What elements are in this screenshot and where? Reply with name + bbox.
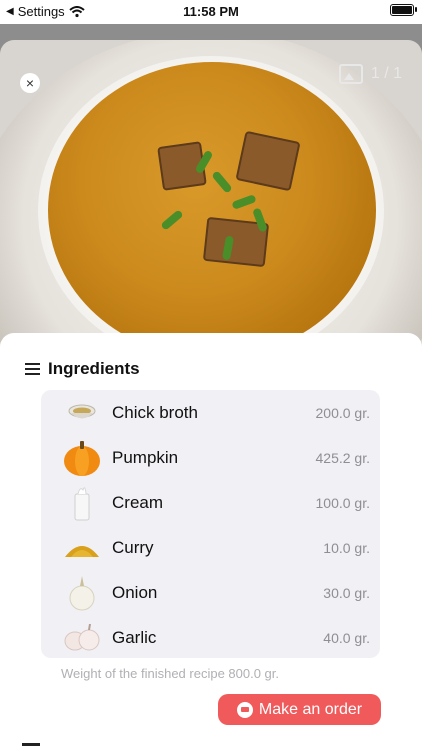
- list-icon: [22, 362, 40, 376]
- gallery-icon: [338, 64, 363, 84]
- ingredients-list: Chick broth 200.0 gr. Pumpkin 425.2 gr.: [41, 390, 380, 658]
- make-order-label: Make an order: [258, 700, 363, 718]
- ingredient-row[interactable]: Onion 30.0 gr.: [41, 570, 380, 615]
- ingredient-qty: 40.0 gr.: [323, 629, 370, 646]
- soup-image: [48, 62, 376, 358]
- recipe-photo[interactable]: [0, 40, 422, 360]
- cream-glass-icon: [61, 483, 103, 523]
- pumpkin-icon: [61, 438, 103, 478]
- make-order-button[interactable]: Make an order: [218, 694, 381, 725]
- ingredient-row[interactable]: Pumpkin 425.2 gr.: [41, 435, 380, 480]
- ingredient-name: Onion: [112, 582, 158, 602]
- clock: 11:58 PM: [183, 4, 239, 19]
- gallery-counter: 1 / 1: [338, 64, 402, 84]
- ingredient-name: Pumpkin: [112, 447, 179, 467]
- battery-icon: [390, 4, 417, 16]
- cart-icon: [236, 701, 253, 718]
- close-icon[interactable]: ×: [20, 73, 40, 93]
- ingredient-qty: 425.2 gr.: [315, 449, 371, 466]
- finished-weight-note: Weight of the finished recipe 800.0 gr.: [61, 666, 280, 681]
- onion-icon: [61, 573, 103, 613]
- ingredient-row[interactable]: Chick broth 200.0 gr.: [41, 390, 380, 435]
- section-title: Ingredients: [48, 359, 140, 378]
- ingredient-qty: 10.0 gr.: [323, 539, 370, 556]
- ingredient-qty: 30.0 gr.: [323, 584, 370, 601]
- ingredient-name: Curry: [112, 537, 154, 557]
- ingredient-name: Chick broth: [112, 402, 198, 422]
- ingredient-qty: 100.0 gr.: [315, 494, 371, 511]
- ingredient-row[interactable]: Cream 100.0 gr.: [41, 480, 380, 525]
- ingredient-qty: 200.0 gr.: [315, 404, 371, 421]
- broth-bowl-icon: [61, 393, 103, 433]
- section-header: Ingredients: [22, 359, 140, 379]
- ingredients-sheet: Ingredients Chick broth 200.0 gr. Pumpki…: [0, 333, 422, 750]
- garlic-icon: [61, 618, 103, 658]
- gallery-counter-text: 1 / 1: [370, 65, 402, 82]
- next-section-handle: [22, 743, 40, 746]
- ingredient-row[interactable]: Curry 10.0 gr.: [41, 525, 380, 570]
- curry-powder-icon: [61, 528, 103, 568]
- ingredient-name: Cream: [112, 492, 164, 512]
- ingredient-row[interactable]: Garlic 40.0 gr.: [41, 615, 380, 660]
- status-bar: ◀ Settings 11:58 PM: [0, 0, 422, 24]
- ingredient-name: Garlic: [112, 627, 157, 647]
